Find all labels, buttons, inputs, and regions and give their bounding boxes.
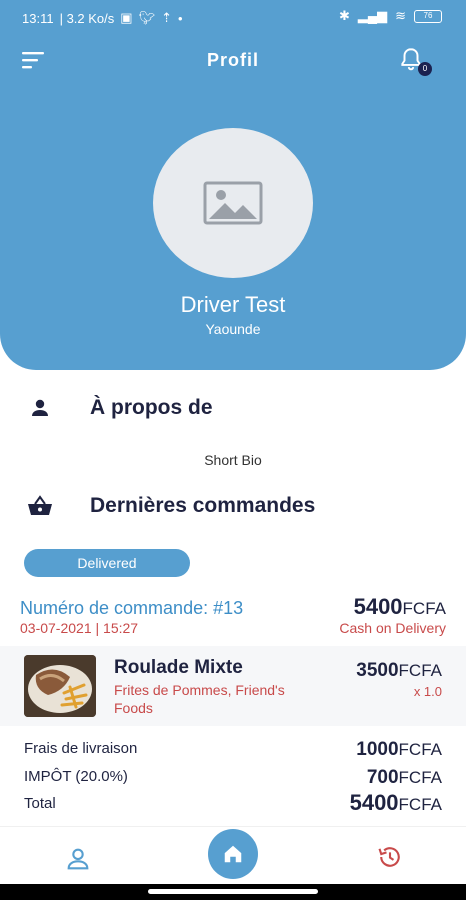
tax-amount: 700 [366,767,399,788]
wifi-icon: ≋ [395,8,406,23]
dot-icon: • [177,10,183,26]
bottom-navigation [0,826,466,884]
driver-name: Driver Test [180,292,286,317]
gallery-notification-icon: ▣ [120,10,133,25]
item-price: 3500FCFA [356,660,442,682]
twitter-icon: 🐦︎ [138,10,156,25]
status-time: 13:11 [22,10,54,26]
item-quantity: x 1.0 [413,684,442,699]
total-value: 5400FCFA [350,790,442,816]
order-total-amount: 5400 [353,594,403,619]
order-number: Numéro de commande: #13 [20,598,244,618]
total-amount: 5400 [349,790,399,815]
orders-title: Dernières commandes [90,494,316,517]
home-button[interactable] [208,829,258,879]
orders-section-header: Dernières commandes [26,494,315,518]
tax-value: 700FCFA [367,767,442,789]
currency-label: FCFA [398,740,442,759]
item-description: Frites de Pommes, Friend's Foods [114,682,285,716]
home-indicator[interactable] [148,889,318,894]
status-filter-chip[interactable]: Delivered [24,549,190,577]
payment-method: Cash on Delivery [339,620,446,636]
item-name: Roulade Mixte [114,657,243,678]
tax-label: IMPÔT (20.0%) [24,768,128,785]
avatar[interactable] [153,128,313,278]
delivery-fee-label: Frais de livraison [24,740,138,757]
about-title: À propos de [90,396,213,419]
user-outline-icon[interactable] [64,845,92,873]
status-speed: | 3.2 Ko/s [59,10,115,26]
upload-icon: ⇡ [161,10,172,25]
order-date: 03-07-2021 | 15:27 [20,620,139,636]
basket-icon [28,495,52,515]
signal-icon: ▂▄▆ [357,8,388,23]
battery-icon: 76 [414,9,442,23]
item-image [24,655,96,717]
item-price-amount: 3500 [356,660,399,681]
delivery-fee-amount: 1000 [356,739,399,760]
notification-badge: 0 [418,62,432,76]
page-title: Profil [206,50,259,70]
currency-label: FCFA [398,795,442,814]
driver-city: Yaounde [205,321,261,337]
currency-label: FCFA [398,768,442,787]
bell-icon[interactable]: 0 [398,46,432,76]
person-icon [32,399,48,416]
bluetooth-icon: ✱ [338,8,350,23]
image-placeholder-icon [203,181,263,225]
status-bar: 13:11 | 3.2 Ko/s ▣ 🐦︎ ⇡ • ✱ ▂▄▆ ≋ 76 [0,0,466,34]
currency-label: FCFA [398,661,442,680]
short-bio: Short Bio [204,452,262,468]
total-label: Total [24,795,56,812]
about-section-header: À propos de [26,396,213,420]
history-icon[interactable] [376,843,404,871]
delivery-fee-value: 1000FCFA [356,739,442,761]
order-total: 5400FCFA [354,594,446,620]
top-app-bar: Profil 0 [0,40,466,84]
home-icon [224,845,242,863]
currency-label: FCFA [402,599,446,618]
